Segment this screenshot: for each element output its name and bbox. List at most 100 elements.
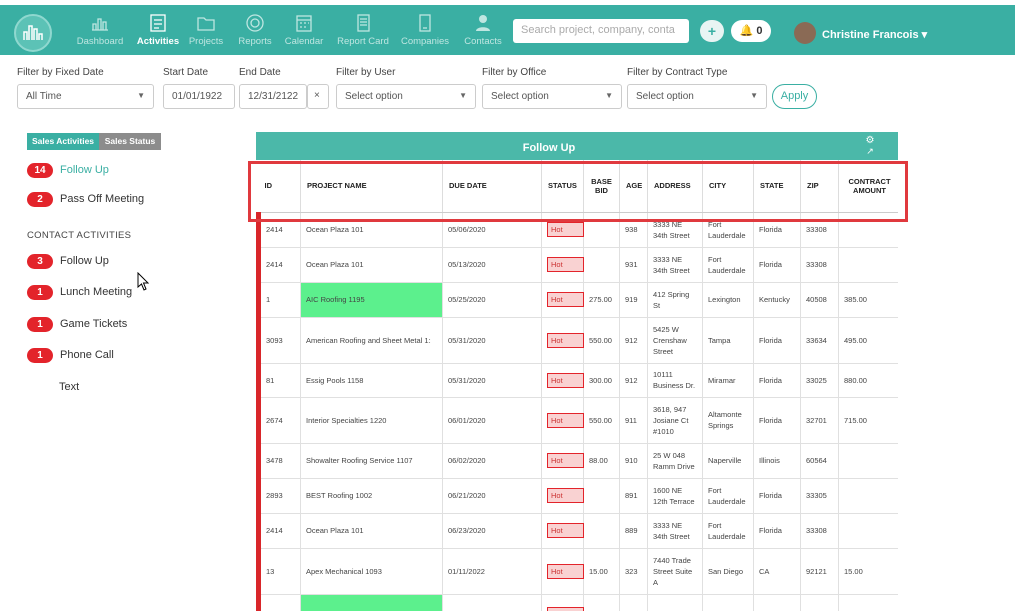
apply-button[interactable]: Apply xyxy=(772,84,817,109)
status-badge[interactable]: Hot xyxy=(547,222,584,237)
table-cell: Hot xyxy=(541,594,584,611)
chevron-down-icon: ▼ xyxy=(459,91,467,100)
table-row[interactable]: 2893 BEST Roofing 1002 06/21/2020 Hot 891 160… xyxy=(256,478,898,514)
sidebar-item-contact-follow-up[interactable]: 3 Follow Up xyxy=(27,254,109,269)
table-cell: Fort Lauderdale xyxy=(702,513,754,549)
external-link-icon[interactable]: ↗ xyxy=(842,146,898,157)
table-row[interactable]: 2414 Ocean Plaza 101 05/13/2020 Hot 931 3333 … xyxy=(256,247,898,283)
table-cell: 33308 xyxy=(800,513,839,549)
table-cell xyxy=(619,594,648,611)
tab-sales-activities[interactable]: Sales Activities xyxy=(27,133,99,150)
building-icon xyxy=(415,13,435,33)
status-badge[interactable]: Hot xyxy=(547,563,584,579)
table-cell: 05/13/2020 xyxy=(442,247,542,283)
table-cell xyxy=(583,247,620,283)
chevron-down-icon: ▼ xyxy=(750,91,758,100)
table-cell: 33634 xyxy=(800,317,839,364)
table-cell: Illinois xyxy=(753,443,801,479)
end-date-input[interactable]: 12/31/2122 xyxy=(239,84,307,109)
table-cell: 60564 xyxy=(800,443,839,479)
table-row[interactable]: 2674 Interior Specialties 1220 06/01/2020 H… xyxy=(256,397,898,444)
contract-filter-label: Filter by Contract Type xyxy=(627,67,728,78)
table-cell: Florida xyxy=(753,478,801,514)
search-input[interactable]: Search project, company, conta xyxy=(513,19,689,43)
table-cell: 550.00 xyxy=(583,397,620,444)
table-row[interactable]: 3093 American Roofing and Sheet Metal 1: 0… xyxy=(256,317,898,364)
fixed-date-value: All Time xyxy=(26,91,62,102)
table-cell: 06/21/2020 xyxy=(442,478,542,514)
user-select[interactable]: Select option ▼ xyxy=(336,84,476,109)
start-date-input[interactable]: 01/01/1922 xyxy=(163,84,235,109)
table-cell: 912 xyxy=(619,363,648,398)
status-badge[interactable]: Hot xyxy=(547,412,584,428)
table-row[interactable]: 3478 Showalter Roofing Service 1107 06/02/… xyxy=(256,443,898,479)
table-cell: Florida xyxy=(753,363,801,398)
user-select-value: Select option xyxy=(345,91,403,102)
table-cell: 06/23/2020 xyxy=(442,513,542,549)
table-cell xyxy=(838,443,898,479)
table-row[interactable]: 1 AIC Roofing 1195 05/25/2020 Hot 275.00 919 4… xyxy=(256,282,898,318)
tab-sales-status[interactable]: Sales Status xyxy=(99,133,161,150)
user-menu[interactable]: Christine Francois ▾ xyxy=(822,28,927,41)
table-cell: Florida xyxy=(753,317,801,364)
table-cell: 275.00 xyxy=(583,282,620,318)
status-badge[interactable]: Hot xyxy=(547,257,584,272)
top-navigation-bar: Dashboard Activities Projects Reports Calend… xyxy=(0,5,1015,55)
table-cell: Showalter Roofing Service 1107 xyxy=(300,443,443,479)
bar-chart-icon xyxy=(90,13,110,33)
table-cell: 495.00 xyxy=(838,317,898,364)
app-logo-icon[interactable] xyxy=(14,14,52,52)
status-badge[interactable]: Hot xyxy=(547,332,584,348)
table-cell: 1 xyxy=(256,282,301,318)
table-cell xyxy=(583,478,620,514)
table-cell: 385.00 xyxy=(838,282,898,318)
status-badge[interactable]: Hot xyxy=(547,523,584,538)
fixed-date-select[interactable]: All Time ▼ xyxy=(17,84,154,109)
table-cell: Ocean Plaza 101 xyxy=(300,513,443,549)
nav-contacts[interactable]: Contacts xyxy=(447,13,519,47)
table-cell: 3221A xyxy=(647,594,703,611)
status-badge[interactable]: Hot xyxy=(547,372,584,388)
table-row[interactable]: 13 Apex Mechanical 1093 01/11/2022 Hot 15.00… xyxy=(256,548,898,595)
sidebar-item-sales-follow-up[interactable]: 14 Follow Up xyxy=(27,163,109,178)
sidebar-item-contact-phone-call[interactable]: 1 Phone Call xyxy=(27,348,114,363)
status-badge[interactable]: Hot xyxy=(547,488,584,503)
table-cell: Naperville xyxy=(702,443,754,479)
office-filter-label: Filter by Office xyxy=(482,67,547,78)
sidebar-item-contact-lunch-meeting[interactable]: 1 Lunch Meeting xyxy=(27,285,132,300)
table-cell xyxy=(838,513,898,549)
sidebar-item-text[interactable]: Text xyxy=(59,381,79,393)
chevron-down-icon: ▼ xyxy=(137,91,145,100)
report-card-icon xyxy=(353,13,373,33)
gear-icon[interactable]: ⚙ xyxy=(842,135,898,146)
avatar[interactable] xyxy=(794,22,816,44)
status-badge[interactable]: Hot xyxy=(547,606,584,611)
nav-label: Contacts xyxy=(464,36,502,47)
office-select[interactable]: Select option ▼ xyxy=(482,84,622,109)
status-badge[interactable]: Hot xyxy=(547,453,584,468)
table-cell: Hot xyxy=(541,548,584,595)
sidebar-item-contact-game-tickets[interactable]: 1 Game Tickets xyxy=(27,317,127,332)
sidebar-item-sales-pass-off-meeting[interactable]: 2 Pass Off Meeting xyxy=(27,192,144,207)
table-cell xyxy=(702,594,754,611)
sidebar-item-label: Text xyxy=(59,381,80,393)
table-row[interactable]: 81 Essig Pools 1158 05/31/2020 Hot 300.00 912… xyxy=(256,363,898,398)
sidebar-item-label: Follow Up xyxy=(60,255,109,267)
sidebar-item-label: Pass Off Meeting xyxy=(60,193,145,205)
table-row[interactable]: 2414 Ocean Plaza 101 06/23/2020 Hot 889 3333 … xyxy=(256,513,898,549)
status-badge[interactable]: Hot xyxy=(547,292,584,307)
count-badge: 3 xyxy=(27,254,53,269)
add-button[interactable]: + xyxy=(700,20,724,42)
table-cell: 15.00 xyxy=(583,548,620,595)
notifications-button[interactable]: 🔔 0 xyxy=(731,20,771,42)
chevron-down-icon: ▾ xyxy=(921,29,928,41)
contract-type-select[interactable]: Select option ▼ xyxy=(627,84,767,109)
bell-icon: 🔔 xyxy=(739,25,754,37)
table-row[interactable]: Hot 3221A North xyxy=(256,594,898,611)
table-cell xyxy=(583,513,620,549)
mouse-cursor-icon xyxy=(137,272,150,291)
clear-date-button[interactable]: × xyxy=(307,84,329,109)
end-date-label: End Date xyxy=(239,67,281,78)
table-cell: 10111 Business Dr. xyxy=(647,363,703,398)
sidebar-item-label: Lunch Meeting xyxy=(60,286,133,298)
